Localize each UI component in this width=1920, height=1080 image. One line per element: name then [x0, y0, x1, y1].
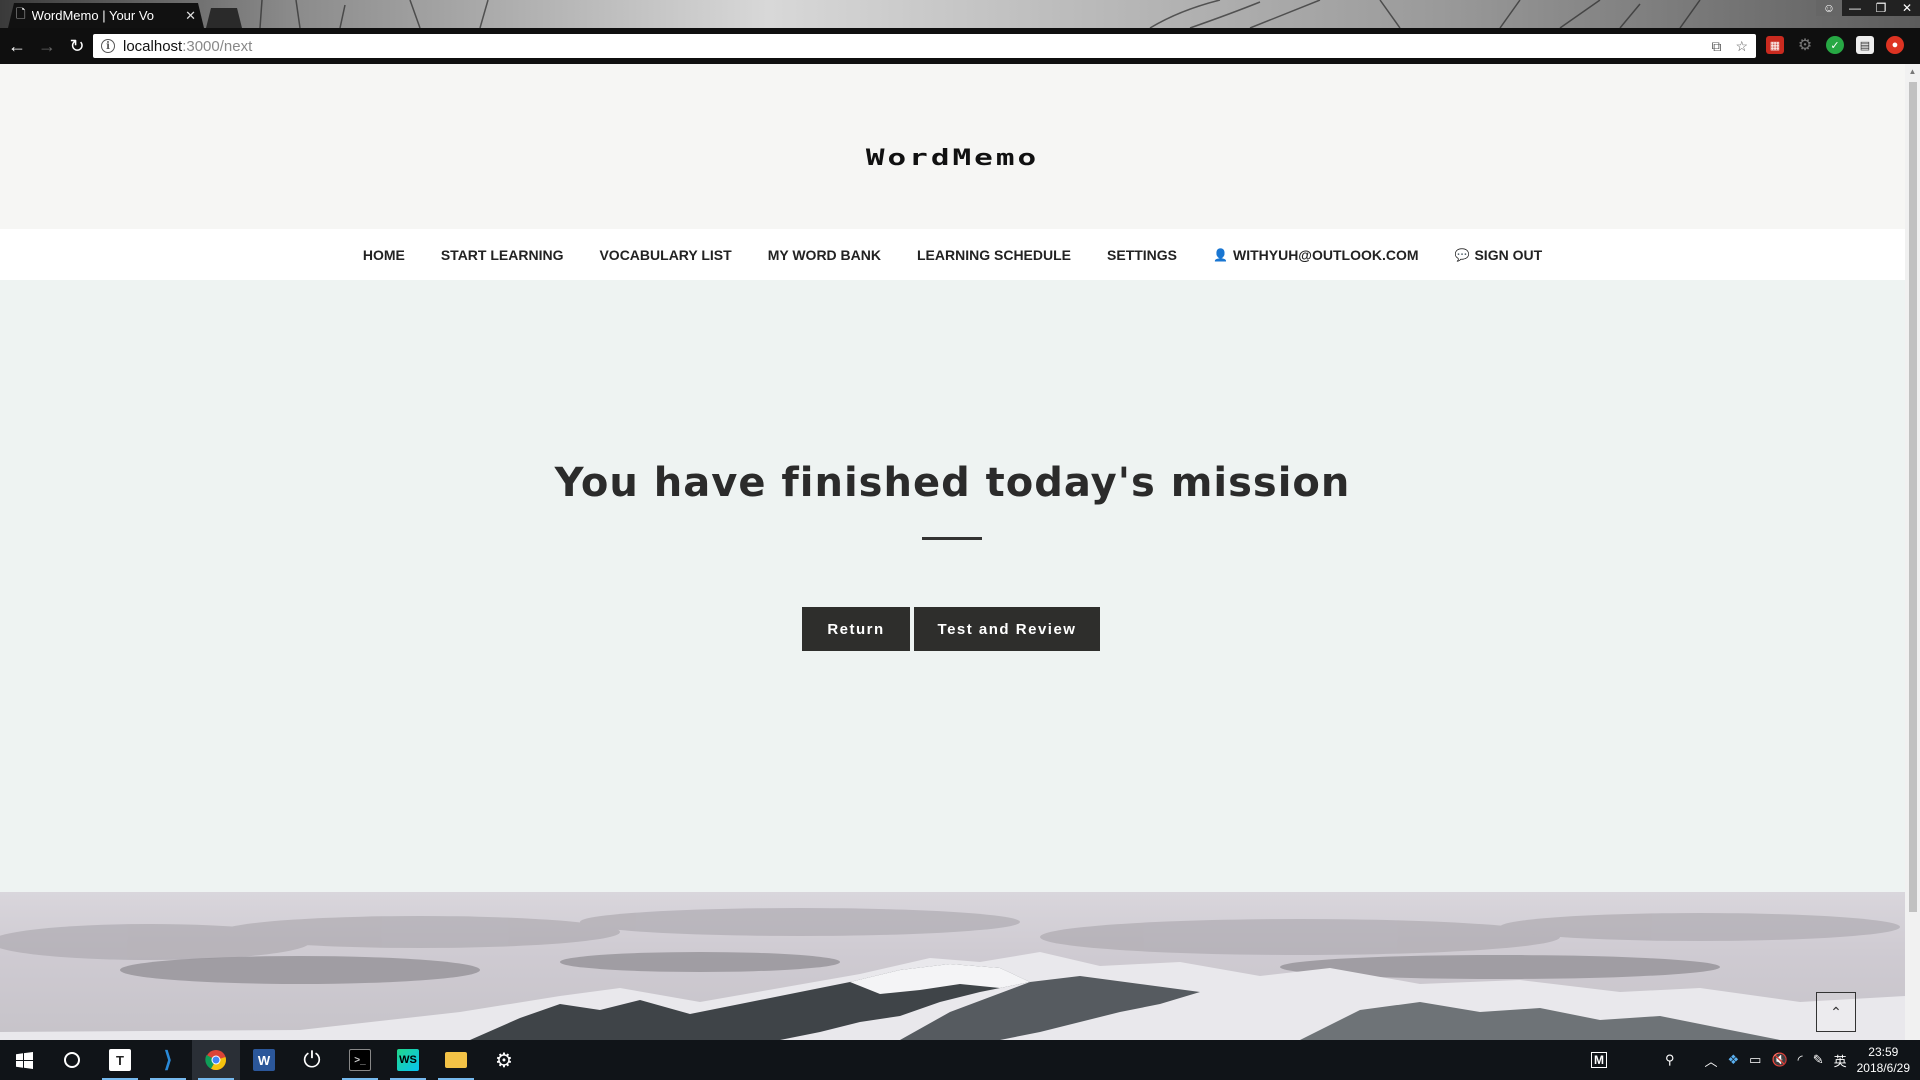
extension-alert-icon[interactable]: ●	[1886, 36, 1904, 54]
taskbar-file-explorer-icon[interactable]: .	[432, 1040, 480, 1080]
url-path: :3000/next	[182, 37, 253, 55]
taskbar-power-icon[interactable]: ⏻	[288, 1040, 336, 1080]
reload-icon[interactable]: ↻	[64, 33, 90, 59]
mountain-hero-image	[0, 892, 1905, 1040]
return-button[interactable]: Return	[802, 607, 910, 651]
nav-settings-label: SETTINGS	[1107, 246, 1178, 263]
tray-ime-indicator[interactable]: 英	[1834, 1051, 1847, 1070]
tray-dropbox-icon[interactable]: ❖	[1728, 1052, 1740, 1068]
mountain-illustration	[0, 908, 1905, 1040]
page-viewport: WordMemo HOME START LEARNING VOCABULARY …	[0, 64, 1905, 1040]
taskbar-terminal-icon[interactable]: >_	[336, 1040, 384, 1080]
tray-battery-icon[interactable]: ▭	[1749, 1052, 1761, 1068]
taskbar-vscode-icon[interactable]: ⟩	[144, 1040, 192, 1080]
nav-user-account[interactable]: 👤 WITHYUH@OUTLOOK.COM	[1213, 247, 1418, 263]
nav-home-label: HOME	[362, 246, 405, 263]
extension-icons: ▦ ⚙ ✓ ▤ ●	[1766, 36, 1904, 54]
bookmark-star-icon[interactable]: ☆	[1735, 38, 1748, 55]
maximize-icon[interactable]: ❐	[1868, 0, 1894, 16]
tab-close-icon[interactable]: ✕	[185, 8, 196, 24]
scroll-to-top-button[interactable]: ⌃	[1816, 992, 1856, 1032]
scroll-up-arrow-icon[interactable]: ▲	[1905, 64, 1920, 78]
nav-start-learning-label: START LEARNING	[440, 246, 564, 263]
nav-vocabulary-list[interactable]: VOCABULARY LIST	[599, 247, 731, 263]
minimize-icon[interactable]: —	[1842, 0, 1868, 16]
chevron-up-icon: ⌃	[1830, 1003, 1842, 1020]
clock-date: 2018/6/29	[1856, 1061, 1910, 1075]
clock-time: 23:59	[1868, 1045, 1899, 1059]
address-bar[interactable]: i localhost :3000/next ⧉ ☆	[93, 34, 1756, 58]
profile-icon[interactable]: ☺	[1816, 0, 1842, 16]
tray-volume-muted-icon[interactable]: 🔇	[1771, 1052, 1787, 1068]
browser-toolbar: ← → ↻ i localhost :3000/next ⧉ ☆ ▦ ⚙ ✓ ▤…	[0, 28, 1920, 64]
site-logo[interactable]: WordMemo	[866, 145, 1039, 171]
taskbar-webstorm-icon[interactable]: WS	[384, 1040, 432, 1080]
system-tray: M ⚲ ︿ ❖ ▭ 🔇 ◜ ✎ 英 23:59 2018/6/29	[1590, 1040, 1920, 1080]
new-tab-button[interactable]	[206, 8, 242, 28]
tray-pen-icon[interactable]: ✎	[1813, 1052, 1824, 1068]
site-header: WordMemo	[0, 64, 1905, 229]
taskbar-typora-icon[interactable]: T	[96, 1040, 144, 1080]
nav-sign-out[interactable]: 💬 SIGN OUT	[1455, 247, 1543, 263]
title-divider	[922, 537, 982, 540]
forward-arrow-icon[interactable]: →	[34, 33, 60, 59]
extension-red-icon[interactable]: ▦	[1766, 36, 1784, 54]
url-host: localhost	[123, 37, 183, 55]
cortana-search-icon[interactable]	[48, 1040, 96, 1080]
extension-document-icon[interactable]: ▤	[1856, 36, 1874, 54]
browser-tab[interactable]: 🗋 WordMemo | Your Vo ✕	[8, 3, 204, 28]
tray-wifi-icon[interactable]: ◜	[1798, 1052, 1803, 1068]
omnibox-actions: ⧉ ☆	[1711, 38, 1748, 55]
mission-section: You have finished today's mission Return…	[0, 280, 1905, 892]
browser-titlebar: 🗋 WordMemo | Your Vo ✕ ☺ — ❐ ✕	[0, 0, 1920, 28]
tray-people-icon[interactable]: ⚲	[1665, 1052, 1675, 1068]
scrollbar-thumb[interactable]	[1909, 82, 1917, 912]
windows-taskbar: T ⟩ W ⏻ >_ WS . ⚙ M ⚲ ︿ ❖ ▭ 🔇 ◜ ✎ 英 23:5…	[0, 1040, 1920, 1080]
taskbar-word-icon[interactable]: W	[240, 1040, 288, 1080]
nav-start-learning[interactable]: START LEARNING	[441, 247, 564, 263]
page-icon: 🗋	[16, 7, 26, 21]
taskbar-settings-gear-icon[interactable]: ⚙	[480, 1040, 528, 1080]
page-scrollbar[interactable]: ▲	[1905, 64, 1920, 1040]
tray-m-icon[interactable]: M	[1590, 1052, 1607, 1068]
tab-title: WordMemo | Your Vo	[31, 8, 155, 23]
titlebar-background	[259, 0, 1701, 28]
nav-my-word-bank[interactable]: MY WORD BANK	[768, 247, 881, 263]
main-navigation: HOME START LEARNING VOCABULARY LIST MY W…	[0, 229, 1905, 280]
mission-title: You have finished today's mission	[554, 460, 1351, 506]
tray-chevron-up-icon[interactable]: ︿	[1704, 1051, 1717, 1070]
nav-vocabulary-list-label: VOCABULARY LIST	[599, 246, 732, 263]
comments-icon: 💬	[1454, 247, 1470, 262]
test-and-review-button[interactable]: Test and Review	[914, 607, 1100, 651]
info-icon[interactable]: i	[101, 39, 115, 53]
user-icon: 👤	[1213, 247, 1228, 262]
taskbar-chrome-icon[interactable]	[192, 1040, 240, 1080]
extension-gear-icon[interactable]: ⚙	[1796, 36, 1814, 54]
nav-home[interactable]: HOME	[363, 247, 405, 263]
back-arrow-icon[interactable]: ←	[4, 33, 30, 59]
nav-sign-out-label: SIGN OUT	[1474, 246, 1543, 263]
nav-user-email-label: WITHYUH@OUTLOOK.COM	[1232, 246, 1419, 263]
extension-check-icon[interactable]: ✓	[1826, 36, 1844, 54]
nav-settings[interactable]: SETTINGS	[1107, 247, 1177, 263]
translate-icon[interactable]: ⧉	[1711, 38, 1721, 55]
nav-learning-schedule[interactable]: LEARNING SCHEDULE	[917, 247, 1071, 263]
start-windows-icon[interactable]	[0, 1040, 48, 1080]
nav-learning-schedule-label: LEARNING SCHEDULE	[917, 246, 1072, 263]
system-clock[interactable]: 23:59 2018/6/29	[1857, 1044, 1910, 1076]
window-controls: ☺ — ❐ ✕	[1816, 0, 1920, 18]
nav-my-word-bank-label: MY WORD BANK	[767, 246, 881, 263]
close-window-icon[interactable]: ✕	[1894, 0, 1920, 16]
